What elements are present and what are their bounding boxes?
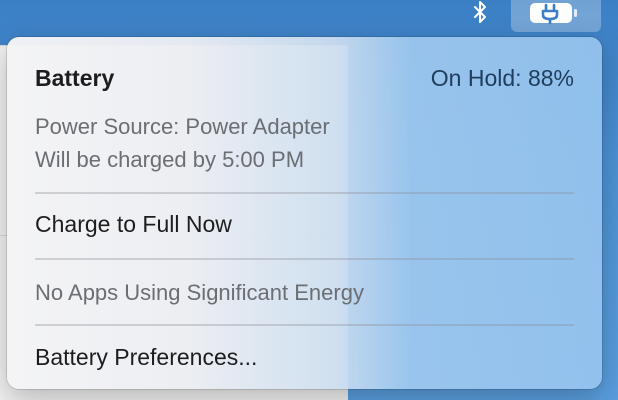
battery-preferences-item[interactable]: Battery Preferences... xyxy=(35,344,257,371)
menu-divider xyxy=(35,258,574,260)
battery-menu: Battery On Hold: 88% Power Source: Power… xyxy=(7,37,602,389)
battery-title: Battery xyxy=(35,65,115,91)
battery-status-item[interactable] xyxy=(511,0,601,32)
charge-to-full-now-item[interactable]: Charge to Full Now xyxy=(35,211,232,238)
bluetooth-icon[interactable] xyxy=(470,0,490,26)
energy-usage-note: No Apps Using Significant Energy xyxy=(35,280,364,305)
charge-time-text: Will be charged by 5:00 PM xyxy=(35,147,305,172)
battery-status-text: On Hold: 88% xyxy=(430,65,574,91)
menu-divider xyxy=(35,192,574,194)
power-source-text: Power Source: Power Adapter xyxy=(35,114,330,139)
menu-divider xyxy=(35,324,574,326)
menu-bar xyxy=(0,0,618,32)
battery-menu-header: Battery On Hold: 88% xyxy=(35,65,574,95)
battery-charging-plug-icon xyxy=(530,3,577,25)
